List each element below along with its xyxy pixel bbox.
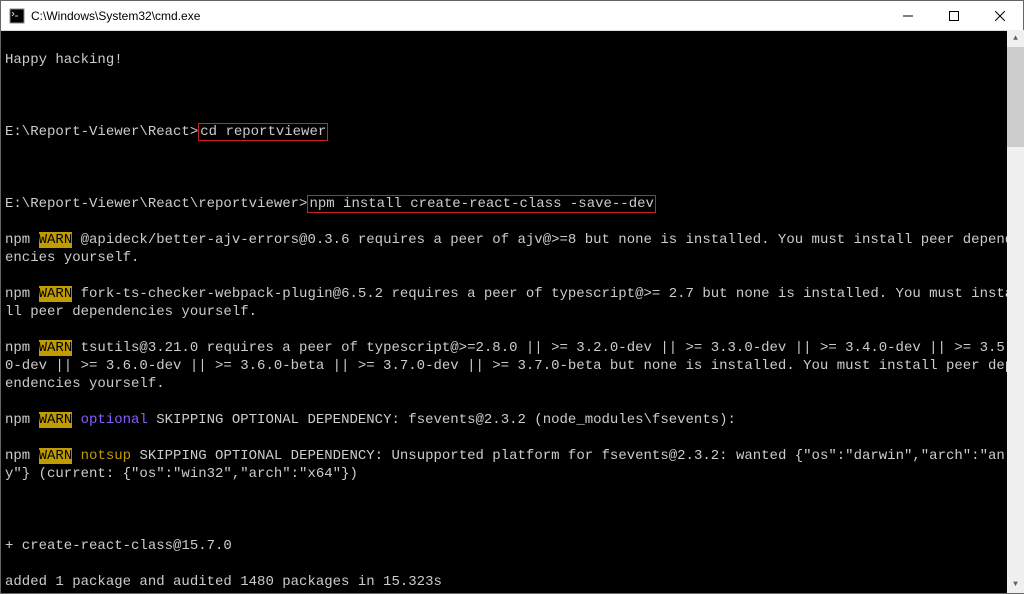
- npm-prefix: npm: [5, 232, 39, 248]
- prompt-path: E:\Report-Viewer\React>: [5, 124, 198, 140]
- prompt-path: E:\Report-Viewer\React\reportviewer>: [5, 196, 307, 212]
- scroll-up-button[interactable]: ▲: [1007, 30, 1024, 47]
- optional-label: optional: [81, 412, 148, 428]
- output-line: + create-react-class@15.7.0: [5, 537, 1019, 555]
- npm-prefix: npm: [5, 412, 39, 428]
- notsup-label: notsup: [81, 448, 131, 464]
- vertical-scrollbar[interactable]: ▲ ▼: [1007, 30, 1024, 593]
- warn-line: npm WARN notsup SKIPPING OPTIONAL DEPEND…: [5, 447, 1019, 483]
- window-controls: [885, 1, 1023, 30]
- blank-line: [5, 501, 1019, 519]
- window-title: C:\Windows\System32\cmd.exe: [31, 9, 885, 23]
- warn-text: tsutils@3.21.0 requires a peer of typesc…: [5, 340, 1013, 392]
- warn-badge: WARN: [39, 232, 73, 248]
- console-output[interactable]: Happy hacking! E:\Report-Viewer\React>cd…: [1, 31, 1023, 593]
- npm-prefix: npm: [5, 340, 39, 356]
- output-line: added 1 package and audited 1480 package…: [5, 573, 1019, 591]
- warn-line: npm WARN @apideck/better-ajv-errors@0.3.…: [5, 231, 1019, 267]
- cmd-window: C:\Windows\System32\cmd.exe Happy hackin…: [0, 0, 1024, 594]
- warn-badge: WARN: [39, 340, 73, 356]
- prompt-line: E:\Report-Viewer\React\reportviewer>npm …: [5, 195, 1019, 213]
- prompt-line: E:\Report-Viewer\React>cd reportviewer: [5, 123, 1019, 141]
- maximize-button[interactable]: [931, 1, 977, 30]
- titlebar: C:\Windows\System32\cmd.exe: [1, 1, 1023, 31]
- highlighted-command: cd reportviewer: [198, 123, 328, 141]
- warn-line: npm WARN fork-ts-checker-webpack-plugin@…: [5, 285, 1019, 321]
- scrollbar-thumb[interactable]: [1007, 47, 1024, 147]
- npm-prefix: npm: [5, 286, 39, 302]
- cmd-icon: [9, 8, 25, 24]
- output-line: Happy hacking!: [5, 51, 1019, 69]
- warn-text: SKIPPING OPTIONAL DEPENDENCY: Unsupporte…: [5, 448, 1005, 482]
- warn-text: @apideck/better-ajv-errors@0.3.6 require…: [5, 232, 1013, 266]
- minimize-button[interactable]: [885, 1, 931, 30]
- warn-line: npm WARN tsutils@3.21.0 requires a peer …: [5, 339, 1019, 393]
- warn-badge: WARN: [39, 448, 73, 464]
- warn-text: SKIPPING OPTIONAL DEPENDENCY: fsevents@2…: [148, 412, 736, 428]
- warn-badge: WARN: [39, 286, 73, 302]
- warn-text: fork-ts-checker-webpack-plugin@6.5.2 req…: [5, 286, 1013, 320]
- highlighted-command: npm install create-react-class -save--de…: [307, 195, 655, 213]
- scroll-down-button[interactable]: ▼: [1007, 576, 1024, 593]
- blank-line: [5, 87, 1019, 105]
- warn-line: npm WARN optional SKIPPING OPTIONAL DEPE…: [5, 411, 1019, 429]
- close-button[interactable]: [977, 1, 1023, 30]
- warn-badge: WARN: [39, 412, 73, 428]
- npm-prefix: npm: [5, 448, 39, 464]
- blank-line: [5, 159, 1019, 177]
